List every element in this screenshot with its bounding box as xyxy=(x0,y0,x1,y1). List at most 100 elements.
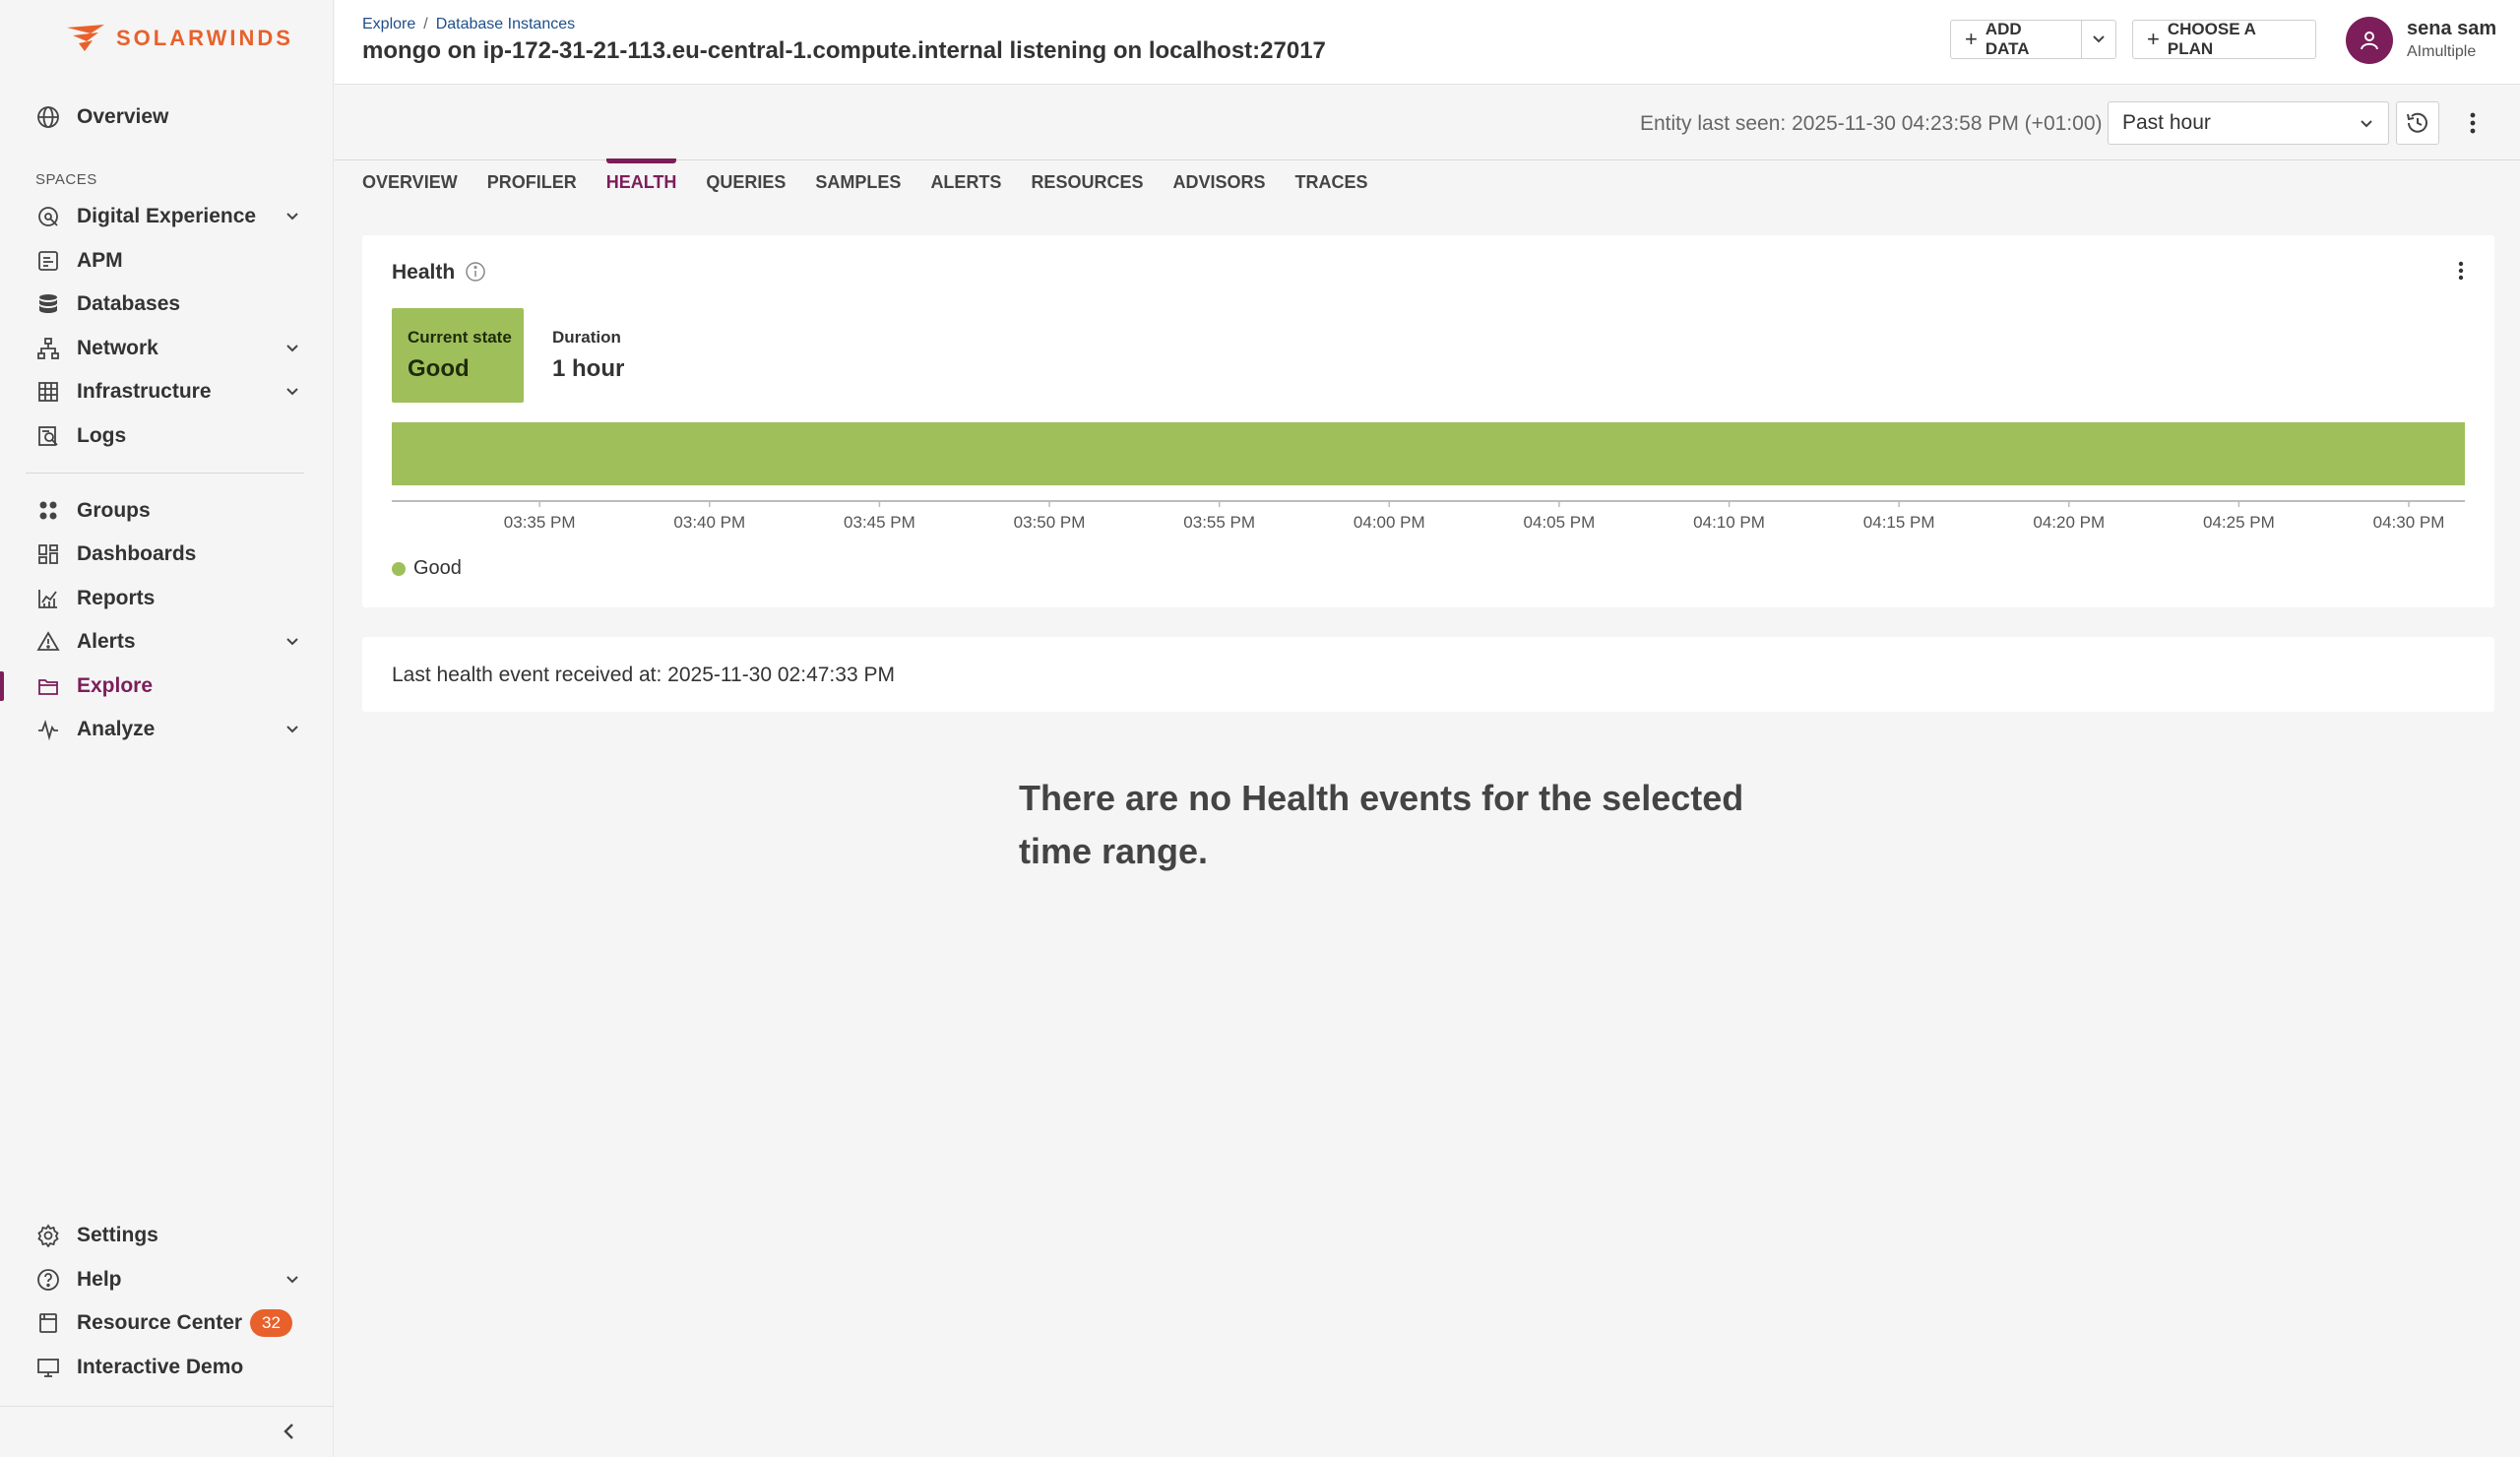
sidebar-item-label: APM xyxy=(77,249,123,272)
sidebar-item-overview[interactable]: Overview xyxy=(0,95,334,139)
entity-last-seen: Entity last seen: 2025-11-30 04:23:58 PM… xyxy=(1640,112,2103,135)
breadcrumb-link-explore[interactable]: Explore xyxy=(362,16,415,33)
chevron-down-icon xyxy=(2361,120,2372,128)
user-name[interactable]: sena sam xyxy=(2407,18,2496,40)
health-card: Health Current state Good Duration 1 hou… xyxy=(362,235,2494,607)
solarwinds-logo[interactable]: SOLARWINDS xyxy=(65,24,293,53)
analyze-icon xyxy=(35,717,61,742)
top-header: Explore / Database Instances mongo on ip… xyxy=(335,0,2520,85)
logs-icon xyxy=(35,423,61,449)
sidebar-item-reports[interactable]: Reports xyxy=(0,577,334,620)
sidebar-item-analyze[interactable]: Analyze xyxy=(0,708,334,751)
logo-text: SOLARWINDS xyxy=(116,26,293,50)
choose-plan-button[interactable]: + CHOOSE A PLAN xyxy=(2132,20,2316,59)
sidebar-item-interactive-demo[interactable]: Interactive Demo xyxy=(0,1346,334,1389)
duration-value: 1 hour xyxy=(552,355,625,382)
entity-tabs: OVERVIEW PROFILER HEALTH QUERIES SAMPLES ALER… xyxy=(362,158,1398,204)
tab-overview[interactable]: OVERVIEW xyxy=(362,160,458,204)
plus-icon: + xyxy=(1965,27,1978,51)
sidebar-item-label: Dashboards xyxy=(77,542,197,565)
sidebar-item-resource-center[interactable]: Resource Center 32 xyxy=(0,1301,334,1345)
breadcrumb-separator: / xyxy=(423,16,428,32)
grid-icon xyxy=(35,379,61,405)
sidebar-item-groups[interactable]: Groups xyxy=(0,489,334,533)
apm-icon xyxy=(35,248,61,274)
last-health-event-card: Last health event received at: 2025-11-3… xyxy=(362,637,2494,712)
tab-traces[interactable]: TRACES xyxy=(1295,160,1368,204)
sidebar-item-digital-experience[interactable]: Digital Experience xyxy=(0,195,334,238)
sidebar-item-alerts[interactable]: Alerts xyxy=(0,620,334,664)
gear-icon xyxy=(35,1223,61,1248)
sidebar-item-settings[interactable]: Settings xyxy=(0,1214,334,1257)
chevron-left-icon xyxy=(284,1424,293,1439)
current-state-label: Current state xyxy=(408,328,512,347)
sidebar-item-label: Help xyxy=(77,1268,122,1291)
sidebar-item-help[interactable]: Help xyxy=(0,1258,334,1301)
sidebar-item-explore[interactable]: Explore xyxy=(0,665,334,708)
tab-profiler[interactable]: PROFILER xyxy=(487,160,577,204)
spaces-section-label: SPACES xyxy=(35,171,97,188)
user-organization: AImultiple xyxy=(2407,43,2477,60)
plus-icon: + xyxy=(2147,27,2160,51)
globe-icon xyxy=(35,104,61,130)
health-timeline-chart: 03:35 PM 03:40 PM 03:45 PM 03:50 PM 03:55 PM… xyxy=(392,422,2465,531)
add-data-label: ADD DATA xyxy=(1984,20,2030,58)
last-health-event-text: Last health event received at: 2025-11-3… xyxy=(392,664,895,686)
dashboards-icon xyxy=(35,541,61,567)
digital-experience-icon xyxy=(35,204,61,229)
chevron-down-icon xyxy=(2093,35,2105,43)
sidebar-item-label: Groups xyxy=(77,499,151,522)
page-more-options-button[interactable] xyxy=(2461,111,2485,135)
sidebar-item-network[interactable]: Network xyxy=(0,327,334,370)
more-vertical-icon xyxy=(2470,112,2476,134)
sidebar-item-databases[interactable]: Databases xyxy=(0,283,334,326)
sidebar-item-dashboards[interactable]: Dashboards xyxy=(0,533,334,576)
x-tick-label: 04:20 PM xyxy=(2033,513,2105,531)
tab-samples[interactable]: SAMPLES xyxy=(815,160,901,204)
sidebar-item-label: Settings xyxy=(77,1224,158,1246)
time-range-select[interactable]: Past hour xyxy=(2108,101,2389,145)
sidebar-divider xyxy=(26,473,304,474)
health-card-title: Health xyxy=(392,261,456,284)
sidebar-item-label: Overview xyxy=(77,105,169,128)
x-tick-label: 03:45 PM xyxy=(844,513,915,531)
tab-advisors[interactable]: ADVISORS xyxy=(1172,160,1265,204)
health-segment-good[interactable] xyxy=(392,422,2465,485)
tab-health[interactable]: HEALTH xyxy=(605,158,676,204)
chevron-down-icon xyxy=(286,1276,298,1284)
x-tick-label: 03:55 PM xyxy=(1183,513,1255,531)
collapse-sidebar-button[interactable] xyxy=(278,1420,301,1443)
sidebar-item-label: Explore xyxy=(77,674,154,697)
chart-legend: Good xyxy=(392,557,462,580)
add-data-dropdown-button[interactable] xyxy=(2081,20,2116,59)
health-card-more-button[interactable] xyxy=(2449,259,2473,283)
help-icon xyxy=(35,1267,61,1293)
x-tick-label: 04:15 PM xyxy=(1863,513,1935,531)
monitor-icon xyxy=(35,1355,61,1380)
user-icon xyxy=(2361,32,2378,50)
info-icon[interactable] xyxy=(465,261,486,283)
x-tick-label: 03:50 PM xyxy=(1014,513,1086,531)
sidebar-item-infrastructure[interactable]: Infrastructure xyxy=(0,370,334,413)
empty-state-message: There are no Health events for the selec… xyxy=(1019,778,1744,871)
tab-queries[interactable]: QUERIES xyxy=(706,160,786,204)
tab-resources[interactable]: RESOURCES xyxy=(1031,160,1143,204)
x-tick-label: 03:40 PM xyxy=(673,513,745,531)
tab-alerts[interactable]: ALERTS xyxy=(930,160,1001,204)
chevron-down-icon xyxy=(286,638,298,646)
sidebar-item-label: Alerts xyxy=(77,630,136,653)
sidebar-item-logs[interactable]: Logs xyxy=(0,414,334,458)
chevron-down-icon xyxy=(286,345,298,352)
choose-plan-label: CHOOSE A PLAN xyxy=(2167,20,2256,58)
breadcrumb-link-database-instances[interactable]: Database Instances xyxy=(436,16,575,33)
add-data-button[interactable]: + ADD DATA xyxy=(1950,20,2082,59)
time-history-button[interactable] xyxy=(2396,101,2439,145)
sidebar-item-apm[interactable]: APM xyxy=(0,239,334,283)
avatar[interactable] xyxy=(2346,17,2393,64)
database-icon xyxy=(35,291,61,317)
sidebar-item-label: Digital Experience xyxy=(77,205,257,227)
current-state-value: Good xyxy=(408,355,470,382)
x-tick-label: 04:25 PM xyxy=(2203,513,2275,531)
active-indicator xyxy=(0,671,4,701)
alert-icon xyxy=(35,629,61,655)
